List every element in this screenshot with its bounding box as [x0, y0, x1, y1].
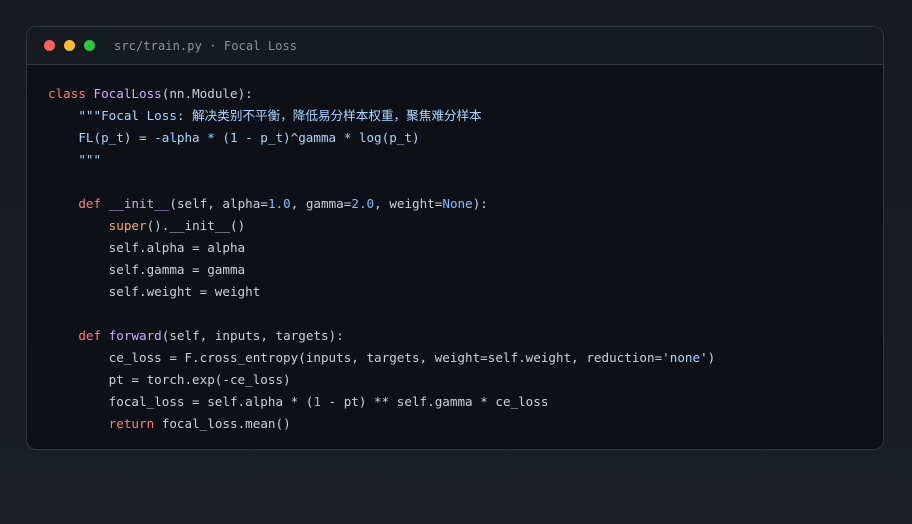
code-token: ) [707, 350, 716, 365]
code-token: 1.0 [267, 196, 291, 211]
code-token: None [442, 196, 473, 211]
code-token: def [78, 328, 109, 343]
code-token: super [108, 218, 147, 233]
code-line: def forward(self, inputs, targets): [48, 325, 715, 347]
code-line: self.alpha = alpha [48, 237, 715, 259]
code-line: FL(p_t) = -alpha * (1 - p_t)^gamma * log… [48, 127, 715, 149]
code-line: self.weight = weight [48, 281, 715, 303]
code-token: , gamma= [290, 196, 352, 211]
close-window-button[interactable] [44, 40, 55, 51]
code-token: FL(p_t) = -alpha * (1 - p_t)^gamma * log… [48, 130, 420, 145]
code-line: ce_loss = F.cross_entropy(inputs, target… [48, 347, 716, 369]
code-line: super().__init__() [48, 215, 715, 237]
code-token: forward [108, 328, 162, 343]
code-token: self.weight = weight [48, 284, 261, 299]
code-token: 1 [313, 394, 321, 409]
code-token: ): [472, 196, 488, 211]
code-token: self.alpha = alpha [48, 240, 246, 255]
code-token: , weight= [374, 196, 443, 211]
code-line: pt = torch.exp(-ce_loss) [48, 369, 715, 391]
code-token: focal_loss = self.alpha * ( [48, 394, 314, 409]
code-token: self.gamma = gamma [48, 262, 246, 277]
code-line: def __init__(self, alpha=1.0, gamma=2.0,… [48, 193, 715, 215]
window-titlebar: src/train.py · Focal Loss [27, 27, 883, 65]
code-token: ce_loss = F.cross_entropy(inputs, target… [48, 350, 663, 365]
code-block[interactable]: class FocalLoss(nn.Module): """Focal Los… [48, 83, 715, 435]
code-line: class FocalLoss(nn.Module): [48, 83, 715, 105]
code-token: 2.0 [351, 196, 375, 211]
code-line: self.gamma = gamma [48, 259, 715, 281]
code-token: """Focal Loss: 解决类别不平衡，降低易分样本权重，聚焦难分样本 [48, 108, 482, 123]
code-token: return [108, 416, 162, 431]
code-line: """ [48, 149, 715, 171]
code-token: """ [48, 152, 102, 167]
minimize-window-button[interactable] [64, 40, 75, 51]
code-line: """Focal Loss: 解决类别不平衡，降低易分样本权重，聚焦难分样本 [48, 105, 715, 127]
window-title: src/train.py · Focal Loss [114, 38, 298, 53]
code-token: pt = torch.exp(-ce_loss) [48, 372, 291, 387]
code-line: return focal_loss.mean() [48, 413, 715, 435]
code-token: __init__ [108, 196, 170, 211]
code-token: (nn.Module): [161, 86, 253, 101]
code-token: def [78, 196, 109, 211]
code-token: focal_loss.mean() [161, 416, 291, 431]
code-line: focal_loss = self.alpha * (1 - pt) ** se… [48, 391, 715, 413]
maximize-window-button[interactable] [84, 40, 95, 51]
code-token: - pt) ** self.gamma * ce_loss [320, 394, 549, 409]
code-token: class [48, 86, 94, 101]
code-token: 'none' [662, 350, 708, 365]
code-token: (self, alpha= [169, 196, 268, 211]
code-window: src/train.py · Focal Loss class FocalLos… [26, 26, 884, 450]
code-token: FocalLoss [93, 86, 162, 101]
code-token: (self, inputs, targets): [161, 328, 344, 343]
code-token: ().__init__() [146, 218, 246, 233]
